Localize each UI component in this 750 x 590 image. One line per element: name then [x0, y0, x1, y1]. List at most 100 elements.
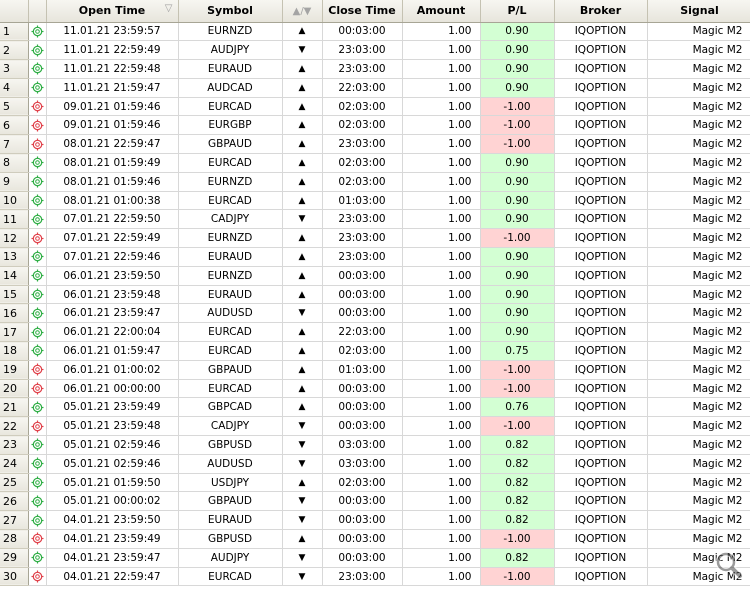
direction-arrow-icon: ▼	[282, 567, 323, 587]
column-header-amount[interactable]: Amount	[402, 0, 481, 23]
direction-arrow-icon: ▲	[282, 191, 323, 211]
close-time-cell: 23:03:00	[322, 134, 403, 155]
pl-cell: 0.82	[480, 548, 555, 568]
table-row[interactable]: 9 08.01.21 01:59:46 EURNZD ▲ 02:03:00 1.00 0.9…	[0, 172, 750, 192]
table-row[interactable]: 3 11.01.21 22:59:48 EURAUD ▲ 23:03:00 1.00 0.9…	[0, 59, 750, 79]
table-row[interactable]: 19 06.01.21 01:00:02 GBPAUD ▲ 01:03:00 1.00 -1…	[0, 360, 750, 380]
open-time-cell: 08.01.21 22:59:47	[46, 134, 179, 155]
table-row[interactable]: 14 06.01.21 23:59:50 EURNZD ▲ 00:03:00 1.00 0.…	[0, 266, 750, 286]
table-row[interactable]: 1 11.01.21 23:59:57 EURNZD ▲ 00:03:00 1.00 0.9…	[0, 22, 750, 42]
table-row[interactable]: 17 06.01.21 22:00:04 EURCAD ▲ 22:03:00 1.00 0.…	[0, 322, 750, 343]
direction-arrow-icon: ▼	[282, 454, 323, 474]
symbol-cell: AUDUSD	[178, 454, 283, 474]
table-row[interactable]: 26 05.01.21 00:00:02 GBPAUD ▼ 00:03:00 1.00 0.…	[0, 491, 750, 512]
broker-cell: IQOPTION	[554, 435, 648, 455]
amount-cell: 1.00	[402, 22, 481, 42]
broker-cell: IQOPTION	[554, 247, 648, 267]
row-number: 22	[0, 416, 29, 437]
table-row[interactable]: 8 08.01.21 01:59:49 EURCAD ▲ 02:03:00 1.00 0.9…	[0, 153, 750, 173]
column-header-close-time[interactable]: Close Time	[322, 0, 403, 23]
table-row[interactable]: 15 06.01.21 23:59:48 EURAUD ▲ 00:03:00 1.00 0.…	[0, 285, 750, 305]
open-time-cell: 07.01.21 22:59:46	[46, 247, 179, 267]
close-time-cell: 02:03:00	[322, 473, 403, 493]
symbol-cell: AUDJPY	[178, 548, 283, 568]
table-row[interactable]: 4 11.01.21 21:59:47 AUDCAD ▲ 22:03:00 1.00 0.9…	[0, 78, 750, 98]
table-row[interactable]: 30 04.01.21 22:59:47 EURCAD ▼ 23:03:00 1.00 -1…	[0, 567, 750, 587]
table-row[interactable]: 20 06.01.21 00:00:00 EURCAD ▲ 00:03:00 1.00 -1…	[0, 379, 750, 399]
close-time-cell: 23:03:00	[322, 567, 403, 587]
symbol-cell: EURCAD	[178, 191, 283, 211]
table-row[interactable]: 13 07.01.21 22:59:46 EURAUD ▲ 23:03:00 1.00 0.…	[0, 247, 750, 267]
table-row[interactable]: 7 08.01.21 22:59:47 GBPAUD ▲ 23:03:00 1.00 -1.…	[0, 134, 750, 155]
amount-cell: 1.00	[402, 134, 481, 155]
column-header-pl[interactable]: P/L	[480, 0, 555, 23]
amount-cell: 1.00	[402, 473, 481, 493]
pl-cell: -1.00	[480, 529, 555, 549]
column-header-signal[interactable]: Signal	[647, 0, 750, 23]
signal-cell: Magic M2	[647, 172, 750, 192]
open-time-cell: 09.01.21 01:59:46	[46, 115, 179, 136]
close-time-cell: 00:03:00	[322, 548, 403, 568]
signal-cell: Magic M2	[647, 529, 750, 549]
column-header-broker[interactable]: Broker	[554, 0, 648, 23]
symbol-cell: EURAUD	[178, 510, 283, 531]
broker-cell: IQOPTION	[554, 473, 648, 493]
open-time-cell: 11.01.21 21:59:47	[46, 78, 179, 98]
table-row[interactable]: 24 05.01.21 02:59:46 AUDUSD ▼ 03:03:00 1.00 0.…	[0, 454, 750, 474]
trades-table-body: 1 11.01.21 23:59:57 EURNZD ▲ 00:03:00 1.00 0.9…	[0, 22, 750, 587]
amount-cell: 1.00	[402, 303, 481, 324]
open-time-cell: 06.01.21 01:59:47	[46, 341, 179, 361]
close-time-cell: 23:03:00	[322, 59, 403, 79]
signal-cell: Magic M2	[647, 228, 750, 249]
open-time-cell: 08.01.21 01:00:38	[46, 191, 179, 211]
zoom-magnifier-icon[interactable]	[714, 550, 744, 580]
table-row[interactable]: 18 06.01.21 01:59:47 EURCAD ▲ 02:03:00 1.00 0.…	[0, 341, 750, 361]
direction-arrow-icon: ▲	[282, 379, 323, 399]
amount-cell: 1.00	[402, 59, 481, 79]
table-row[interactable]: 23 05.01.21 02:59:46 GBPUSD ▼ 03:03:00 1.00 0.…	[0, 435, 750, 455]
amount-cell: 1.00	[402, 567, 481, 587]
table-row[interactable]: 29 04.01.21 23:59:47 AUDJPY ▼ 00:03:00 1.00 0.…	[0, 548, 750, 568]
row-number: 26	[0, 491, 29, 512]
table-row[interactable]: 25 05.01.21 01:59:50 USDJPY ▲ 02:03:00 1.00 0.…	[0, 473, 750, 493]
loss-target-icon	[28, 134, 47, 155]
signal-cell: Magic M2	[647, 360, 750, 380]
loss-target-icon	[28, 567, 47, 587]
table-row[interactable]: 2 11.01.21 22:59:49 AUDJPY ▼ 23:03:00 1.00 0.9…	[0, 40, 750, 61]
broker-cell: IQOPTION	[554, 454, 648, 474]
table-row[interactable]: 6 09.01.21 01:59:46 EURGBP ▲ 02:03:00 1.00 -1.…	[0, 115, 750, 136]
table-row[interactable]: 12 07.01.21 22:59:49 EURNZD ▲ 23:03:00 1.00 -1…	[0, 228, 750, 249]
row-number: 1	[0, 22, 29, 42]
column-header-symbol[interactable]: Symbol	[178, 0, 283, 23]
close-time-cell: 00:03:00	[322, 379, 403, 399]
table-row[interactable]: 28 04.01.21 23:59:49 GBPUSD ▲ 00:03:00 1.00 -1…	[0, 529, 750, 549]
open-time-cell: 06.01.21 23:59:47	[46, 303, 179, 324]
pl-cell: 0.90	[480, 172, 555, 192]
header-row: Open Time ▽ Symbol ▲/▼ Close Time Amount…	[0, 0, 750, 23]
open-time-cell: 06.01.21 23:59:48	[46, 285, 179, 305]
status-icon-header	[28, 0, 47, 23]
column-header-direction[interactable]: ▲/▼	[282, 0, 323, 23]
table-row[interactable]: 5 09.01.21 01:59:46 EURCAD ▲ 02:03:00 1.00 -1.…	[0, 97, 750, 117]
direction-arrow-icon: ▲	[282, 22, 323, 42]
pl-cell: 0.90	[480, 191, 555, 211]
open-time-cell: 06.01.21 22:00:04	[46, 322, 179, 343]
pl-cell: 0.82	[480, 510, 555, 531]
profit-target-icon	[28, 491, 47, 512]
broker-cell: IQOPTION	[554, 397, 648, 418]
pl-cell: 0.90	[480, 40, 555, 61]
table-row[interactable]: 11 07.01.21 22:59:50 CADJPY ▼ 23:03:00 1.00 0.…	[0, 209, 750, 230]
profit-target-icon	[28, 473, 47, 493]
symbol-cell: GBPCAD	[178, 397, 283, 418]
table-row[interactable]: 27 04.01.21 23:59:50 EURAUD ▼ 00:03:00 1.00 0.…	[0, 510, 750, 531]
table-row[interactable]: 16 06.01.21 23:59:47 AUDUSD ▼ 00:03:00 1.00 0.…	[0, 303, 750, 324]
table-row[interactable]: 22 05.01.21 23:59:48 CADJPY ▼ 00:03:00 1.00 -1…	[0, 416, 750, 437]
close-time-cell: 02:03:00	[322, 172, 403, 192]
broker-cell: IQOPTION	[554, 40, 648, 61]
column-header-open-time[interactable]: Open Time ▽	[46, 0, 179, 23]
table-row[interactable]: 10 08.01.21 01:00:38 EURCAD ▲ 01:03:00 1.00 0.…	[0, 191, 750, 211]
direction-arrow-icon: ▲	[282, 115, 323, 136]
profit-target-icon	[28, 510, 47, 531]
table-row[interactable]: 21 05.01.21 23:59:49 GBPCAD ▲ 00:03:00 1.00 0.…	[0, 397, 750, 418]
loss-target-icon	[28, 97, 47, 117]
